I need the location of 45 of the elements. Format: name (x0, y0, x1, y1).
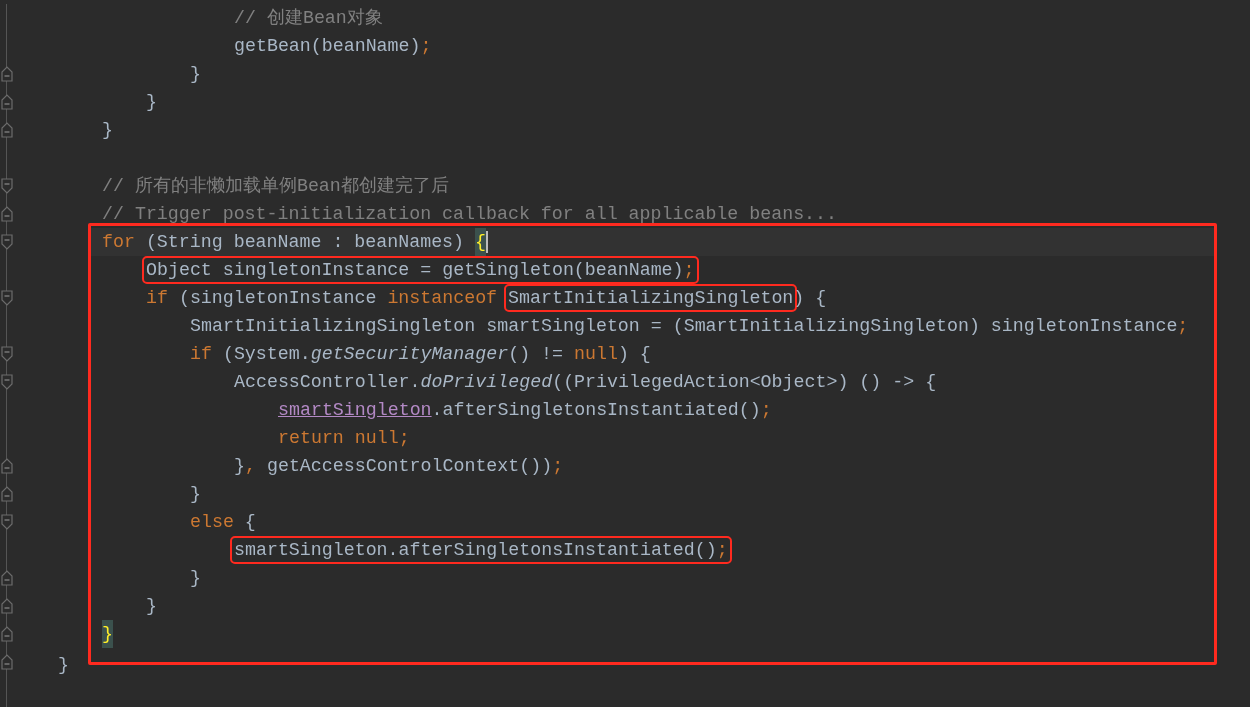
fold-icon[interactable] (1, 122, 13, 138)
fold-icon[interactable] (1, 206, 13, 222)
code-line: } (189, 567, 202, 590)
code-text: instanceof (387, 287, 498, 310)
code-line: } (91, 620, 1214, 648)
code-line: return null; (277, 427, 411, 450)
code-line: AccessController.doPrivileged((PrivilegedAction<Object>) () -> { (233, 371, 938, 394)
code-text: if (146, 287, 168, 310)
fold-icon[interactable] (1, 654, 13, 670)
code-line: } (189, 483, 202, 506)
fold-icon[interactable] (1, 234, 13, 250)
code-line: } (145, 595, 158, 618)
code-line: } (57, 654, 70, 677)
fold-icon[interactable] (1, 66, 13, 82)
code-text: ) { (793, 287, 827, 310)
code-line: }, getAccessControlContext()); (233, 455, 565, 478)
fold-icon[interactable] (1, 598, 13, 614)
code-line: SmartInitializingSingleton smartSingleton = (SmartInitializingSingleton) singletonInstance; (189, 315, 1190, 338)
code-line: } (101, 119, 114, 142)
fold-icon[interactable] (1, 374, 13, 390)
code-text: { (475, 228, 486, 256)
fold-icon[interactable] (1, 94, 13, 110)
highlight-box: Object singletonInstance = getSingleton(beanName); (144, 258, 697, 282)
code-line: } (189, 63, 202, 86)
code-line: if (System.getSecurityManager() != null) { (189, 343, 652, 366)
code-line: smartSingleton.afterSingletonsInstantiated(); (277, 399, 773, 422)
fold-icon[interactable] (1, 570, 13, 586)
highlight-box: SmartInitializingSingleton (506, 286, 796, 310)
fold-icon[interactable] (1, 346, 13, 362)
code-line: // Trigger post-initialization callback for all applicable beans... (101, 203, 839, 226)
code-line: getBean(beanName); (233, 35, 433, 58)
fold-icon[interactable] (1, 514, 13, 530)
code-text: for (102, 231, 135, 254)
fold-icon[interactable] (1, 486, 13, 502)
code-line: } (145, 91, 158, 114)
code-line: else { (189, 511, 257, 534)
fold-icon[interactable] (1, 626, 13, 642)
fold-icon[interactable] (1, 178, 13, 194)
code-text: (String beanName : beanNames) (144, 231, 466, 254)
highlight-box: smartSingleton.afterSingletonsInstantiated(); (232, 538, 730, 562)
fold-icon[interactable] (1, 458, 13, 474)
code-text: (singletonInstance (177, 287, 378, 310)
fold-icon[interactable] (1, 290, 13, 306)
code-line: // 创建Bean对象 (233, 7, 384, 30)
code-line: // 所有的非懒加载单例Bean都创建完了后 (101, 175, 450, 198)
